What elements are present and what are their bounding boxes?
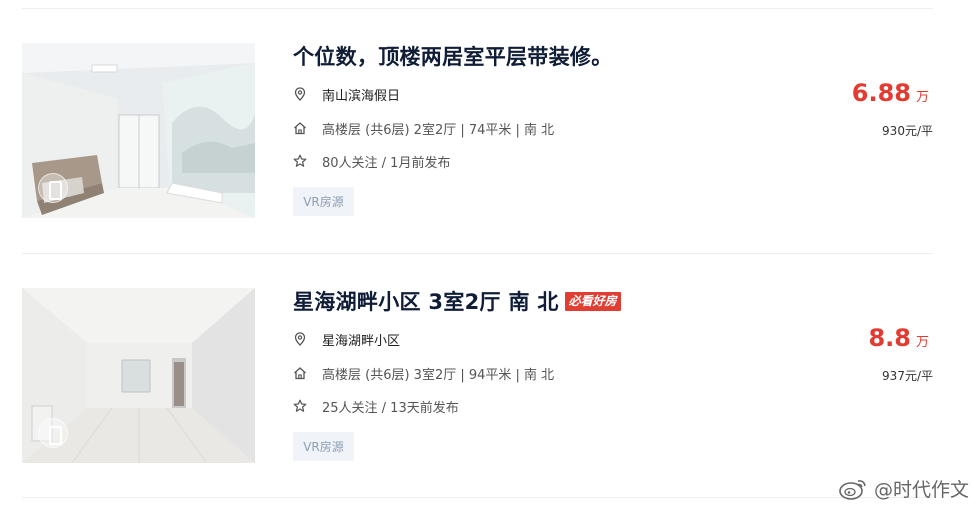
- follow-row: 80人关注 / 1月前发布: [293, 151, 450, 171]
- community-row: 星海湖畔小区: [293, 329, 400, 349]
- divider-top: [22, 8, 933, 9]
- title-row: 星海湖畔小区 3室2厅 南 北 必看好房: [293, 288, 621, 314]
- star-icon: [293, 154, 307, 168]
- vr-phone-icon: [38, 173, 68, 203]
- listing-card[interactable]: 星海湖畔小区 3室2厅 南 北 必看好房 星海湖畔小区 高楼层 (共6层) 3室…: [22, 288, 933, 463]
- listing-photo[interactable]: [22, 288, 255, 463]
- price-number: 8.8: [868, 324, 911, 352]
- follow-text: 25人关注 / 13天前发布: [322, 400, 459, 416]
- vr-listing-badge: VR房源: [293, 432, 354, 461]
- title-row: 个位数，顶楼两居室平层带装修。: [293, 43, 613, 69]
- follow-row: 25人关注 / 13天前发布: [293, 396, 459, 416]
- price-unit: 万: [915, 335, 929, 350]
- listing-title[interactable]: 星海湖畔小区 3室2厅 南 北: [293, 286, 559, 316]
- price-unit: 万: [915, 90, 929, 105]
- layout-row: 高楼层 (共6层) 2室2厅 | 74平米 | 南 北: [293, 118, 554, 138]
- must-see-tag: 必看好房: [564, 291, 621, 311]
- listing-info: 星海湖畔小区 3室2厅 南 北 必看好房 星海湖畔小区 高楼层 (共6层) 3室…: [293, 288, 813, 463]
- listing-title[interactable]: 个位数，顶楼两居室平层带装修。: [293, 41, 613, 71]
- price-number: 6.88: [851, 79, 911, 107]
- layout-text: 高楼层 (共6层) 2室2厅 | 74平米 | 南 北: [322, 122, 555, 138]
- unit-price: 930元/平: [882, 124, 933, 138]
- divider-bottom: [22, 497, 933, 498]
- community-link[interactable]: 南山滨海假日: [322, 85, 400, 104]
- watermark: @时代作文: [838, 475, 969, 502]
- house-icon: [293, 121, 307, 135]
- watermark-text: @时代作文: [873, 479, 969, 501]
- community-link[interactable]: 星海湖畔小区: [322, 330, 400, 349]
- location-pin-icon: [293, 332, 307, 346]
- total-price: 6.88 万: [852, 79, 929, 107]
- weibo-logo-icon: [838, 477, 868, 501]
- listing-info: 个位数，顶楼两居室平层带装修。 南山滨海假日 高楼层 (共6层) 2室2厅 | …: [293, 43, 813, 218]
- listing-photo[interactable]: [22, 43, 255, 218]
- layout-text: 高楼层 (共6层) 3室2厅 | 94平米 | 南 北: [322, 367, 555, 383]
- divider-middle: [22, 253, 933, 254]
- follow-text: 80人关注 / 1月前发布: [322, 155, 451, 171]
- location-pin-icon: [293, 87, 307, 101]
- listing-card[interactable]: 个位数，顶楼两居室平层带装修。 南山滨海假日 高楼层 (共6层) 2室2厅 | …: [22, 43, 933, 218]
- layout-row: 高楼层 (共6层) 3室2厅 | 94平米 | 南 北: [293, 363, 554, 383]
- vr-phone-icon: [38, 418, 68, 448]
- total-price: 8.8 万: [868, 324, 929, 352]
- vr-listing-badge: VR房源: [293, 187, 354, 216]
- community-row: 南山滨海假日: [293, 84, 400, 104]
- house-icon: [293, 366, 307, 380]
- unit-price: 937元/平: [882, 369, 933, 383]
- star-icon: [293, 399, 307, 413]
